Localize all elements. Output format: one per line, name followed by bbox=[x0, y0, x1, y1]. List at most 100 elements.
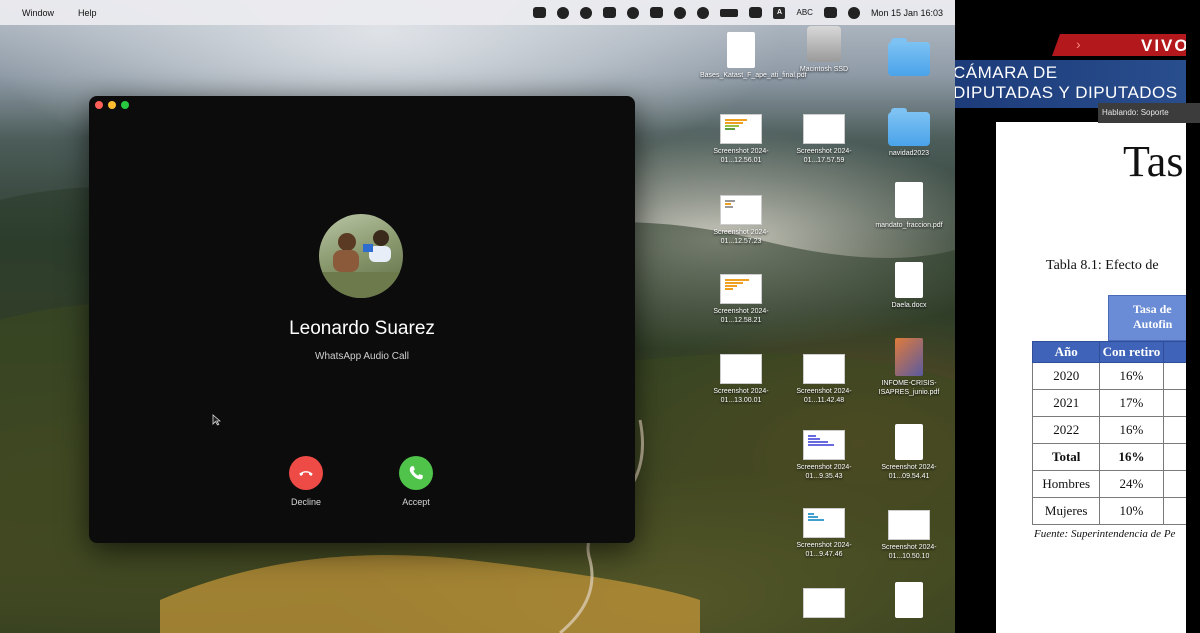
word-document-icon bbox=[895, 262, 923, 298]
desktop-icon-label: Macintosh SSD bbox=[799, 66, 849, 73]
decline-circle[interactable] bbox=[289, 456, 323, 490]
desktop-icon-pdf[interactable]: INFOME-CRISIS-ISAPRES_junio.pdf bbox=[868, 338, 950, 397]
record-icon[interactable] bbox=[557, 6, 570, 19]
chevron-right-icon: › bbox=[1076, 36, 1081, 52]
screen-icon[interactable] bbox=[533, 7, 547, 18]
accept-call-button[interactable]: Accept bbox=[386, 456, 446, 507]
hard-drive-icon bbox=[807, 26, 841, 62]
document-title: Tas bbox=[1123, 137, 1184, 186]
pdf-file-icon bbox=[895, 182, 923, 218]
screenshot-thumbnail-icon bbox=[803, 114, 845, 144]
table-group-header: Tasa de Autofin bbox=[1108, 295, 1191, 341]
desktop-icon-screenshot[interactable]: Screenshot 2024-01...9.47.46 bbox=[783, 508, 865, 559]
wechat-icon[interactable] bbox=[650, 7, 664, 18]
desktop-icon-screenshot[interactable]: Screenshot 2024-01...09.54.41 bbox=[868, 424, 950, 481]
desktop-icon-drive[interactable]: Macintosh SSD bbox=[783, 26, 865, 74]
desktop-icon-screenshot[interactable] bbox=[783, 588, 865, 618]
speaking-indicator: Hablando: Soporte bbox=[1098, 103, 1200, 123]
table-caption: Tabla 8.1: Efecto de bbox=[1046, 258, 1159, 273]
desktop-icon-label: navidad2023 bbox=[888, 150, 930, 157]
desktop-icon-label: Screenshot 2024-01...12.57.23 bbox=[713, 229, 769, 245]
desktop-icon-screenshot[interactable]: Screenshot 2024-01...12.58.21 bbox=[700, 274, 782, 325]
desktop-icon-screenshot[interactable]: Screenshot 2024-01...17.57.59 bbox=[783, 114, 865, 165]
desktop-icon-label: Screenshot 2024-01...17.57.59 bbox=[796, 148, 852, 164]
desktop-icon-screenshot[interactable]: Screenshot 2024-01...10.50.10 bbox=[868, 510, 950, 561]
table-row-total: Total 16% bbox=[1031, 443, 1191, 471]
decline-call-button[interactable]: Decline bbox=[276, 456, 336, 507]
desktop-icon-docx[interactable]: Daela.docx bbox=[868, 262, 950, 310]
row-label: Hombres bbox=[1031, 470, 1101, 498]
document-file-icon bbox=[895, 582, 923, 618]
pdf-file-icon bbox=[727, 32, 755, 68]
chamber-name: CÁMARA DE DIPUTADAS Y DIPUTADOS bbox=[955, 63, 1178, 102]
desktop-icon-label: Daela.docx bbox=[891, 302, 927, 309]
minimize-window-button[interactable] bbox=[108, 101, 116, 109]
battery-icon[interactable] bbox=[720, 8, 739, 17]
menu-help[interactable]: Help bbox=[78, 8, 97, 18]
desktop-icon-pdf[interactable]: Bases_Katast_F_ape_ati_final.pdf bbox=[700, 32, 807, 80]
table-row: Hombres 24% bbox=[1031, 470, 1191, 498]
cloud-icon[interactable] bbox=[627, 6, 640, 19]
link-icon[interactable] bbox=[749, 7, 763, 18]
hang-up-icon bbox=[299, 471, 313, 476]
eye-icon[interactable] bbox=[580, 6, 593, 19]
column-header: Con retiro bbox=[1099, 341, 1164, 363]
zoom-window-button[interactable] bbox=[121, 101, 129, 109]
screenshot-thumbnail-icon bbox=[720, 195, 762, 225]
desktop-icon-label: Screenshot 2024-01...9.35.43 bbox=[796, 464, 852, 480]
screenshot-thumbnail-icon bbox=[803, 508, 845, 538]
screenshot-thumbnail-icon bbox=[720, 354, 762, 384]
accept-circle[interactable] bbox=[399, 456, 433, 490]
close-window-button[interactable] bbox=[95, 101, 103, 109]
desktop-icon-screenshot[interactable]: Screenshot 2024-01...13.00.01 bbox=[700, 354, 782, 405]
table-row: 2020 16% bbox=[1031, 362, 1191, 390]
row-label: Total bbox=[1031, 443, 1101, 471]
keyboard-a-icon[interactable]: A bbox=[773, 6, 786, 19]
data-table: Año Con retiro 2020 16% 2021 17% 2022 16… bbox=[1031, 341, 1191, 525]
desktop-icon-label: Screenshot 2024-01...10.50.10 bbox=[881, 544, 937, 560]
desktop-icon-label: Screenshot 2024-01...9.47.46 bbox=[796, 542, 852, 558]
screenshot-thumbnail-icon bbox=[895, 424, 923, 460]
menubar-clock[interactable]: Mon 15 Jan 16:03 bbox=[871, 8, 943, 18]
input-source[interactable]: ABC bbox=[796, 8, 812, 17]
screenshot-thumbnail-icon bbox=[803, 430, 845, 460]
row-value: 16% bbox=[1099, 443, 1164, 471]
row-label: 2022 bbox=[1031, 416, 1101, 444]
table-row: 2022 16% bbox=[1031, 416, 1191, 444]
whatsapp-call-window[interactable]: Leonardo Suarez WhatsApp Audio Call Decl… bbox=[89, 96, 635, 543]
desktop-icon-folder[interactable] bbox=[868, 38, 950, 76]
folder-icon bbox=[888, 38, 930, 76]
table-header-row: Año Con retiro bbox=[1031, 341, 1191, 363]
desktop-icon-screenshot[interactable]: Screenshot 2024-01...9.35.43 bbox=[783, 430, 865, 481]
row-value: 17% bbox=[1099, 389, 1164, 417]
mac-desktop: Window Help A ABC Mon 15 Jan 16:03 Leona… bbox=[0, 0, 955, 633]
table-row: 2021 17% bbox=[1031, 389, 1191, 417]
desktop-icon-doc[interactable] bbox=[868, 582, 950, 618]
broadcast-panel: › VIVO CÁMARA DE DIPUTADAS Y DIPUTADOS T… bbox=[955, 0, 1200, 633]
screenshot-thumbnail-icon bbox=[803, 588, 845, 618]
desktop-icon-screenshot[interactable]: Screenshot 2024-01...12.56.01 bbox=[700, 114, 782, 165]
desktop-icon-screenshot[interactable]: Screenshot 2024-01...11.42.48 bbox=[783, 354, 865, 405]
history-icon[interactable] bbox=[674, 6, 687, 19]
folder-icon bbox=[888, 108, 930, 146]
desktop-icon-folder[interactable]: navidad2023 bbox=[868, 108, 950, 158]
screenshot-thumbnail-icon bbox=[888, 510, 930, 540]
play-icon[interactable] bbox=[697, 6, 710, 19]
live-label: VIVO bbox=[1141, 36, 1190, 55]
menu-window[interactable]: Window bbox=[22, 8, 54, 18]
window-controls bbox=[95, 101, 129, 109]
desktop-icon-pdf[interactable]: mandato_fraccion.pdf bbox=[868, 182, 950, 230]
siri-icon[interactable] bbox=[847, 6, 860, 19]
document-edge bbox=[1186, 0, 1200, 633]
column-header: Año bbox=[1031, 341, 1101, 363]
control-center-icon[interactable] bbox=[823, 7, 837, 18]
row-label: Mujeres bbox=[1031, 497, 1101, 525]
screenshot-thumbnail-icon bbox=[720, 114, 762, 144]
app-menus: Window Help bbox=[22, 8, 97, 18]
table-row: Mujeres 10% bbox=[1031, 497, 1191, 525]
dropbox-icon[interactable] bbox=[603, 7, 617, 18]
desktop-icon-label: mandato_fraccion.pdf bbox=[875, 222, 943, 229]
phone-icon bbox=[409, 466, 423, 480]
desktop-icon-screenshot[interactable]: Screenshot 2024-01...12.57.23 bbox=[700, 195, 782, 246]
screenshot-thumbnail-icon bbox=[720, 274, 762, 304]
